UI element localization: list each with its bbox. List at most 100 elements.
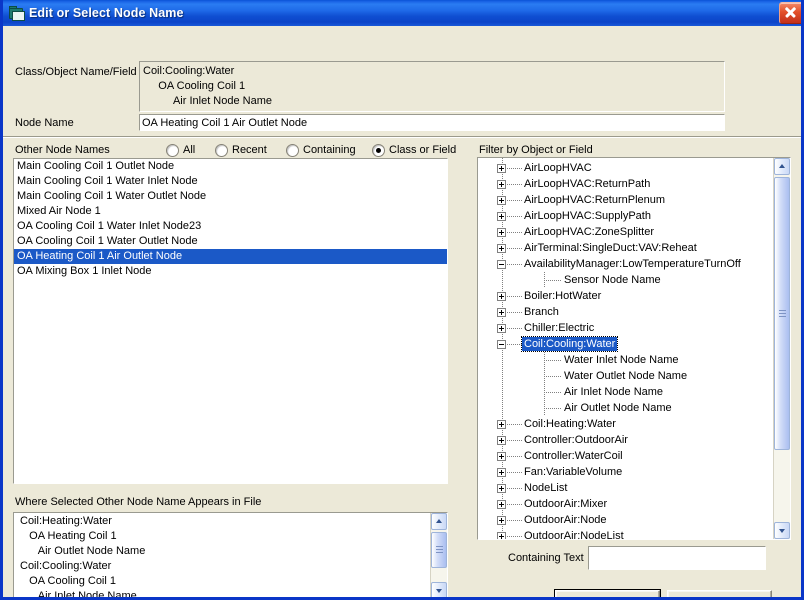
tree-item[interactable]: Controller:WaterCoil [478, 448, 774, 464]
node-name-input[interactable] [139, 114, 725, 131]
expand-icon[interactable] [497, 196, 506, 205]
other-node-names-list[interactable]: Main Cooling Coil 1 Outlet NodeMain Cool… [13, 158, 448, 484]
list-item[interactable]: Coil:Cooling:Water [17, 559, 432, 574]
tree-item[interactable]: OutdoorAir:Mixer [478, 496, 774, 512]
list-item[interactable]: Air Outlet Node Name [17, 544, 432, 559]
scroll-down-icon[interactable] [431, 582, 447, 599]
list-item[interactable]: Main Cooling Coil 1 Water Inlet Node [14, 174, 447, 189]
containing-text-label: Containing Text [508, 552, 584, 564]
tree-item[interactable]: AirLoopHVAC:SupplyPath [478, 208, 774, 224]
tree-item[interactable]: Controller:OutdoorAir [478, 432, 774, 448]
tree-item[interactable]: Boiler:HotWater [478, 288, 774, 304]
expand-icon[interactable] [497, 500, 506, 509]
tree-item[interactable]: OutdoorAir:NodeList [478, 528, 774, 540]
tree-item-label: Fan:VariableVolume [522, 465, 624, 479]
tree-item[interactable]: OutdoorAir:Node [478, 512, 774, 528]
tree-connector [507, 424, 522, 425]
tree-item[interactable]: Fan:VariableVolume [478, 464, 774, 480]
tree-item[interactable]: Chiller:Electric [478, 320, 774, 336]
containing-text-input[interactable] [588, 546, 766, 570]
expand-icon[interactable] [497, 180, 506, 189]
radio-label: Recent [232, 144, 267, 156]
tree-item[interactable]: AirLoopHVAC:ReturnPath [478, 176, 774, 192]
collapse-icon[interactable] [497, 340, 506, 349]
tree-item-label: Sensor Node Name [562, 273, 663, 287]
window-title: Edit or Select Node Name [29, 6, 184, 20]
expand-icon[interactable] [497, 516, 506, 525]
expand-icon[interactable] [497, 212, 506, 221]
dialog-window: Edit or Select Node Name Class/Object Na… [0, 0, 804, 600]
list-item[interactable]: OA Cooling Coil 1 Water Inlet Node23 [14, 219, 447, 234]
dialog-client-area: Class/Object Name/Field Coil:Cooling:Wat… [3, 26, 801, 597]
class-object-field: Coil:Cooling:Water OA Cooling Coil 1 Air… [139, 61, 725, 112]
tree-connector [507, 264, 522, 265]
appears-in-file-items: Coil:Heating:Water OA Heating Coil 1 Air… [14, 513, 432, 600]
scroll-up-icon[interactable] [431, 513, 447, 530]
tree-connector [507, 216, 522, 217]
radio-filter-recent[interactable]: Recent [215, 143, 267, 157]
cancel-button[interactable]: Cancel [667, 590, 772, 600]
object-field-tree[interactable]: AirLoopHVACAirLoopHVAC:ReturnPathAirLoop… [477, 157, 791, 540]
expand-icon[interactable] [497, 468, 506, 477]
appears-in-file-list[interactable]: Coil:Heating:Water OA Heating Coil 1 Air… [13, 512, 448, 600]
tree-item-label: Water Inlet Node Name [562, 353, 681, 367]
expand-icon[interactable] [497, 436, 506, 445]
radio-filter-all[interactable]: All [166, 143, 195, 157]
tree-item[interactable]: Water Outlet Node Name [478, 368, 774, 384]
tree-item-label: AvailabilityManager:LowTemperatureTurnOf… [522, 257, 743, 271]
list-item[interactable]: OA Heating Coil 1 Air Outlet Node [14, 249, 447, 264]
list-item[interactable]: OA Cooling Coil 1 Water Outlet Node [14, 234, 447, 249]
expand-icon[interactable] [497, 164, 506, 173]
expand-icon[interactable] [497, 244, 506, 253]
expand-icon[interactable] [497, 452, 506, 461]
collapse-icon[interactable] [497, 260, 506, 269]
list-item[interactable]: OA Heating Coil 1 [17, 529, 432, 544]
tree-vertical-scrollbar[interactable] [773, 158, 790, 539]
scroll-down-icon[interactable] [774, 522, 790, 539]
tree-connector [507, 488, 522, 489]
expand-icon[interactable] [497, 324, 506, 333]
tree-connector [507, 200, 522, 201]
tree-item[interactable]: AirLoopHVAC [478, 160, 774, 176]
radio-dot [286, 144, 299, 157]
tree-item[interactable]: Air Inlet Node Name [478, 384, 774, 400]
radio-filter-containing[interactable]: Containing [286, 143, 356, 157]
list-item[interactable]: Coil:Heating:Water [17, 514, 432, 529]
expand-icon[interactable] [497, 420, 506, 429]
radio-filter-class-or-field[interactable]: Class or Field [372, 143, 456, 157]
scrollbar-thumb[interactable] [431, 532, 447, 568]
expand-icon[interactable] [497, 292, 506, 301]
tree-item[interactable]: Branch [478, 304, 774, 320]
scroll-up-icon[interactable] [774, 158, 790, 175]
list-item[interactable]: Mixed Air Node 1 [14, 204, 447, 219]
section-divider [3, 136, 801, 138]
tree-item[interactable]: AirLoopHVAC:ReturnPlenum [478, 192, 774, 208]
tree-item[interactable]: Water Inlet Node Name [478, 352, 774, 368]
tree-connector [544, 376, 562, 377]
tree-item-label: Chiller:Electric [522, 321, 596, 335]
tree-item[interactable]: Coil:Cooling:Water [478, 336, 774, 352]
close-icon[interactable] [779, 2, 804, 24]
tree-item[interactable]: NodeList [478, 480, 774, 496]
tree-item[interactable]: Coil:Heating:Water [478, 416, 774, 432]
expand-icon[interactable] [497, 228, 506, 237]
appears-vertical-scrollbar[interactable] [430, 513, 447, 599]
scrollbar-thumb[interactable] [774, 177, 790, 450]
list-item[interactable]: OA Mixing Box 1 Inlet Node [14, 264, 447, 279]
tree-connector [507, 248, 522, 249]
list-item[interactable]: OA Cooling Coil 1 [17, 574, 432, 589]
expand-icon[interactable] [497, 484, 506, 493]
expand-icon[interactable] [497, 308, 506, 317]
node-name-label: Node Name [15, 117, 74, 129]
tree-item[interactable]: AirLoopHVAC:ZoneSplitter [478, 224, 774, 240]
tree-item[interactable]: AvailabilityManager:LowTemperatureTurnOf… [478, 256, 774, 272]
tree-item[interactable]: AirTerminal:SingleDuct:VAV:Reheat [478, 240, 774, 256]
tree-item[interactable]: Sensor Node Name [478, 272, 774, 288]
tree-item-label: AirLoopHVAC [522, 161, 594, 175]
tree-item[interactable]: Air Outlet Node Name [478, 400, 774, 416]
list-item[interactable]: Air Inlet Node Name [17, 589, 432, 600]
list-item[interactable]: Main Cooling Coil 1 Water Outlet Node [14, 189, 447, 204]
expand-icon[interactable] [497, 532, 506, 540]
list-item[interactable]: Main Cooling Coil 1 Outlet Node [14, 159, 447, 174]
ok-button[interactable]: OK [555, 590, 660, 600]
